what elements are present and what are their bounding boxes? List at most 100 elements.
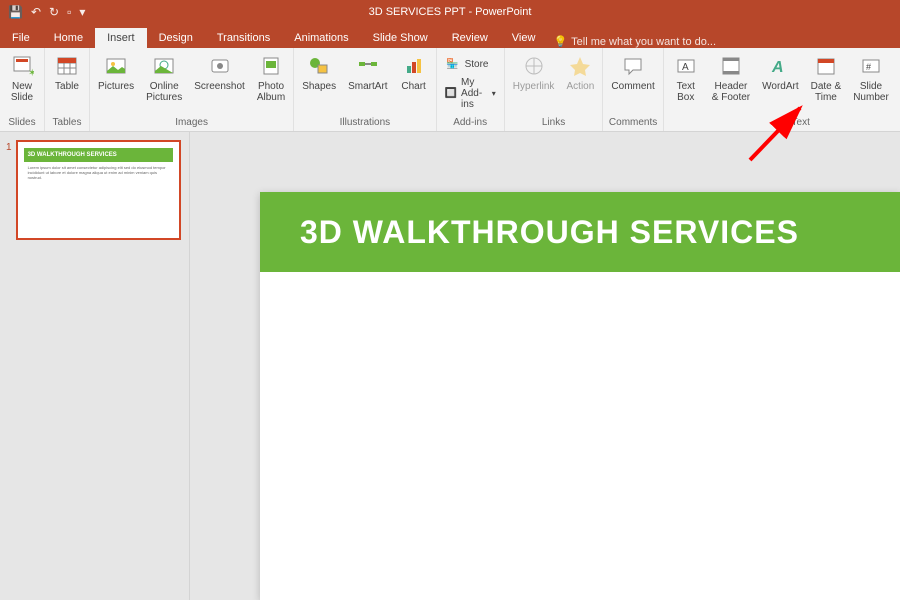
tab-transitions[interactable]: Transitions [205,28,282,48]
table-button[interactable]: Table [49,50,85,94]
qat-dropdown-icon[interactable]: ▾ [79,5,85,19]
my-addins-label: My Add-ins [461,77,486,110]
text-box-button[interactable]: A Text Box [668,50,704,105]
screenshot-button[interactable]: Screenshot [190,50,249,94]
group-tables-label: Tables [49,117,85,129]
online-pictures-icon [150,52,178,80]
comment-icon [619,52,647,80]
group-images: Pictures Online Pictures Screenshot Phot… [90,48,294,131]
group-comments-label: Comments [607,117,658,129]
group-illustrations-label: Illustrations [298,117,431,129]
pictures-icon [102,52,130,80]
header-footer-icon [717,52,745,80]
tell-me[interactable]: 💡 Tell me what you want to do... [553,35,716,48]
slide-edit-area[interactable]: 3D WALKTHROUGH SERVICES [190,132,900,600]
table-icon [53,52,81,80]
pictures-label: Pictures [98,81,134,92]
hyperlink-label: Hyperlink [513,81,555,92]
tab-view[interactable]: View [500,28,548,48]
smartart-icon [354,52,382,80]
svg-text:✶: ✶ [28,68,34,78]
date-time-button[interactable]: Date & Time [807,50,846,105]
svg-text:#: # [866,62,871,72]
svg-text:A: A [682,62,689,73]
store-icon: 🏪 [445,56,461,72]
slide-thumbnail-panel[interactable]: 1 3D WALKTHROUGH SERVICES Lorem ipsum do… [0,132,190,600]
group-text-label: Text [668,117,900,129]
comment-label: Comment [611,81,654,92]
slide-canvas[interactable]: 3D WALKTHROUGH SERVICES [260,192,900,600]
redo-icon[interactable]: ↻ [49,5,59,19]
action-icon [566,52,594,80]
slide-number: 1 [6,140,12,240]
group-slides: ✶New Slide Slides [0,48,45,131]
shapes-button[interactable]: Shapes [298,50,340,94]
slide-number-icon: # [857,52,885,80]
group-slides-label: Slides [4,117,40,129]
thumbnail-preview[interactable]: 3D WALKTHROUGH SERVICES Lorem ipsum dolo… [16,140,181,240]
smartart-button[interactable]: SmartArt [344,50,391,94]
shapes-icon [305,52,333,80]
store-label: Store [465,59,489,70]
tab-animations[interactable]: Animations [282,28,360,48]
header-footer-button[interactable]: Header & Footer [708,50,754,105]
date-time-label: Date & Time [811,81,842,103]
photo-album-button[interactable]: Photo Album [253,50,289,105]
addins-icon: 🔲 [445,86,457,102]
slide-header[interactable]: 3D WALKTHROUGH SERVICES [260,192,900,272]
chart-button[interactable]: Chart [396,50,432,94]
screenshot-icon [206,52,234,80]
group-addins: 🏪 Store 🔲My Add-ins ▾ Add-ins [437,48,505,131]
pictures-button[interactable]: Pictures [94,50,138,94]
tell-me-text: Tell me what you want to do... [571,36,716,48]
chart-icon [400,52,428,80]
tab-design[interactable]: Design [147,28,205,48]
wordart-icon: A [766,52,794,80]
group-links-label: Links [509,117,599,129]
undo-icon[interactable]: ↶ [31,5,41,19]
title-bar: 💾 ↶ ↻ ▫ ▾ 3D SERVICES PPT - PowerPoint [0,0,900,24]
wordart-button[interactable]: AWordArt [758,50,803,94]
ribbon-tabs: File Home Insert Design Transitions Anim… [0,24,900,48]
store-button[interactable]: 🏪 Store [441,54,500,74]
online-pictures-button[interactable]: Online Pictures [142,50,186,105]
start-from-beginning-icon[interactable]: ▫ [67,5,71,19]
tab-slideshow[interactable]: Slide Show [361,28,440,48]
group-text: A Text Box Header & Footer AWordArt Date … [664,48,900,131]
comment-button[interactable]: Comment [607,50,658,94]
slide-thumbnail-1[interactable]: 1 3D WALKTHROUGH SERVICES Lorem ipsum do… [6,140,183,240]
slide-title[interactable]: 3D WALKTHROUGH SERVICES [300,214,799,251]
tab-file[interactable]: File [0,28,42,48]
screenshot-label: Screenshot [194,81,245,92]
tab-insert[interactable]: Insert [95,28,147,48]
photo-album-icon [257,52,285,80]
hyperlink-button[interactable]: Hyperlink [509,50,559,94]
group-links: Hyperlink Action Links [505,48,604,131]
dropdown-icon: ▾ [492,89,496,98]
hyperlink-icon [520,52,548,80]
save-icon[interactable]: 💾 [8,5,23,19]
thumbnail-body: Lorem ipsum dolor sit amet consectetur a… [28,166,169,180]
new-slide-button[interactable]: ✶New Slide [4,50,40,105]
photo-album-label: Photo Album [257,81,285,103]
ribbon: ✶New Slide Slides Table Tables Pictures … [0,48,900,132]
group-comments: Comment Comments [603,48,663,131]
new-slide-icon: ✶ [8,52,36,80]
group-tables: Table Tables [45,48,90,131]
chart-label: Chart [401,81,425,92]
group-images-label: Images [94,117,289,129]
text-box-label: Text Box [677,81,695,103]
workspace: 1 3D WALKTHROUGH SERVICES Lorem ipsum do… [0,132,900,600]
my-addins-button[interactable]: 🔲My Add-ins ▾ [441,75,500,112]
shapes-label: Shapes [302,81,336,92]
svg-text:A: A [771,59,784,76]
thumbnail-title: 3D WALKTHROUGH SERVICES [24,148,173,162]
group-addins-label: Add-ins [441,117,500,129]
action-label: Action [567,81,595,92]
tab-home[interactable]: Home [42,28,95,48]
slide-number-button[interactable]: #Slide Number [849,50,893,105]
table-label: Table [55,81,79,92]
action-button[interactable]: Action [562,50,598,94]
bulb-icon: 💡 [553,35,567,48]
tab-review[interactable]: Review [440,28,500,48]
